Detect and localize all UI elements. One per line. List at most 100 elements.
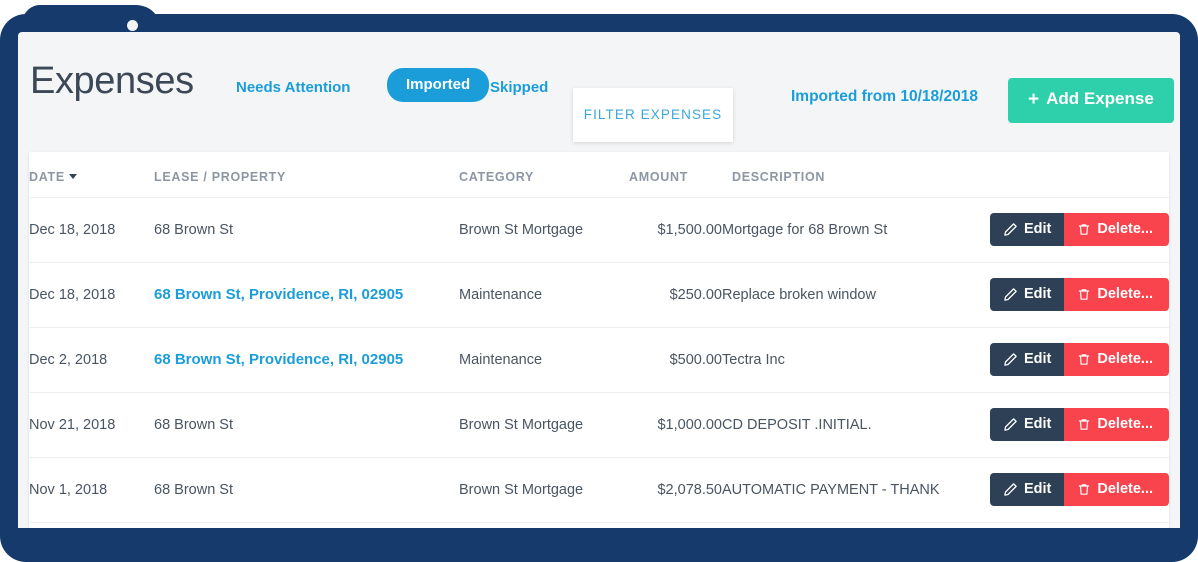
delete-button[interactable]: Delete... xyxy=(1064,473,1169,506)
add-expense-button[interactable]: + Add Expense xyxy=(1008,78,1174,123)
edit-button[interactable]: Edit xyxy=(990,343,1065,376)
cell-category: Brown St Mortgage xyxy=(459,197,629,263)
delete-label: Delete... xyxy=(1097,351,1153,367)
cell-lease-property: 68 Brown St, Providence, RI, 02905 xyxy=(154,262,459,328)
page-content: Expenses Needs Attention Imported Skippe… xyxy=(18,32,1180,528)
cell-date: Oct 23, 2018 xyxy=(29,522,154,528)
caret-down-icon xyxy=(68,174,77,179)
column-header-category[interactable]: CATEGORY xyxy=(459,152,629,198)
cell-amount: $500.00 xyxy=(629,327,722,393)
cell-actions: Edit Delete... xyxy=(977,262,1169,328)
row-action-buttons: Edit Delete... xyxy=(990,408,1169,441)
cell-category: Brown St Mortgage xyxy=(459,392,629,458)
cell-date: Nov 21, 2018 xyxy=(29,392,154,458)
tab-needs-attention[interactable]: Needs Attention xyxy=(236,79,350,96)
table-row: Nov 21, 2018 68 Brown St Brown St Mortgage… xyxy=(29,392,1169,458)
delete-button[interactable]: Delete... xyxy=(1064,408,1169,441)
cell-date: Dec 2, 2018 xyxy=(29,327,154,393)
cell-description: AUTOMATIC PAYMENT - THANK xyxy=(722,457,977,523)
row-action-buttons: Edit Delete... xyxy=(990,278,1169,311)
edit-button[interactable]: Edit xyxy=(990,278,1065,311)
column-header-lease-property[interactable]: LEASE / PROPERTY xyxy=(154,152,459,198)
imported-from-label[interactable]: Imported from 10/18/2018 xyxy=(791,88,978,106)
cell-category: Maintenance xyxy=(459,262,629,328)
browser-frame: Expenses Needs Attention Imported Skippe… xyxy=(0,0,1198,562)
column-header-date[interactable]: DATE xyxy=(29,152,154,198)
row-action-buttons: Edit Delete... xyxy=(990,343,1169,376)
cell-description: Mortgage for 68 Brown St xyxy=(722,197,977,263)
delete-button[interactable]: Delete... xyxy=(1064,278,1169,311)
property-link: 68 Brown St xyxy=(154,221,233,238)
edit-button[interactable]: Edit xyxy=(990,213,1065,246)
cell-actions: Edit Delete... xyxy=(977,327,1169,393)
trash-icon xyxy=(1077,417,1091,432)
table-row: Dec 18, 2018 68 Brown St Brown St Mortgage… xyxy=(29,197,1169,263)
pencil-icon xyxy=(1003,417,1018,432)
cell-lease-property: 68 Brown St, Providence, RI, 02905 xyxy=(154,522,459,528)
edit-button[interactable]: Edit xyxy=(990,408,1065,441)
row-action-buttons: Edit Delete... xyxy=(990,213,1169,246)
column-header-amount[interactable]: AMOUNT xyxy=(629,152,722,198)
cell-lease-property: 68 Brown St, Providence, RI, 02905 xyxy=(154,327,459,393)
cell-date: Dec 18, 2018 xyxy=(29,197,154,263)
edit-label: Edit xyxy=(1024,481,1052,497)
pencil-icon xyxy=(1003,287,1018,302)
property-link: 68 Brown St xyxy=(154,481,233,498)
table-row: Oct 23, 201868 Brown St, Providence, RI,… xyxy=(29,522,1169,528)
trash-icon xyxy=(1077,482,1091,497)
column-header-date-label: DATE xyxy=(29,170,65,184)
trash-icon xyxy=(1077,222,1091,237)
expenses-table-card: DATE LEASE / PROPERTY CATEGORY AMOUNT DE… xyxy=(29,152,1169,528)
property-link[interactable]: 68 Brown St, Providence, RI, 02905 xyxy=(154,286,403,303)
cell-category: Maintenance xyxy=(459,522,629,528)
add-expense-label: Add Expense xyxy=(1046,89,1154,108)
delete-button[interactable]: Delete... xyxy=(1064,343,1169,376)
column-header-actions xyxy=(977,152,1169,198)
cell-actions: Edit Delete... xyxy=(977,392,1169,458)
cell-amount: $25.00 xyxy=(629,522,722,528)
tab-imported[interactable]: Imported xyxy=(387,68,490,102)
column-header-description-label: DESCRIPTION xyxy=(732,170,826,184)
cell-description: Tectra Inc xyxy=(722,327,977,393)
edit-label: Edit xyxy=(1024,221,1052,237)
cell-category: Maintenance xyxy=(459,327,629,393)
pencil-icon xyxy=(1003,482,1018,497)
delete-label: Delete... xyxy=(1097,481,1153,497)
property-link[interactable]: 68 Brown St, Providence, RI, 02905 xyxy=(154,351,403,368)
page-header: Expenses Needs Attention Imported Skippe… xyxy=(18,32,1180,142)
edit-button[interactable]: Edit xyxy=(990,473,1065,506)
edit-label: Edit xyxy=(1024,286,1052,302)
cell-lease-property: 68 Brown St xyxy=(154,392,459,458)
cell-actions: Edit Delete... xyxy=(977,457,1169,523)
cell-amount: $2,078.50 xyxy=(629,457,722,523)
row-action-buttons: Edit Delete... xyxy=(990,473,1169,506)
cell-lease-property: 68 Brown St xyxy=(154,197,459,263)
delete-label: Delete... xyxy=(1097,416,1153,432)
plus-icon: + xyxy=(1028,89,1040,110)
cell-actions: EditDelete... xyxy=(977,522,1169,528)
cell-lease-property: 68 Brown St xyxy=(154,457,459,523)
pencil-icon xyxy=(1003,222,1018,237)
table-body: Dec 18, 2018 68 Brown St Brown St Mortgage… xyxy=(29,197,1169,528)
page-title: Expenses xyxy=(30,60,194,102)
cell-date: Dec 18, 2018 xyxy=(29,262,154,328)
delete-label: Delete... xyxy=(1097,286,1153,302)
cell-amount: $1,000.00 xyxy=(629,392,722,458)
expenses-table: DATE LEASE / PROPERTY CATEGORY AMOUNT DE… xyxy=(29,152,1169,528)
browser-tab-indicator-icon xyxy=(127,20,138,31)
cell-amount: $1,500.00 xyxy=(629,197,722,263)
table-row: Dec 2, 2018 68 Brown St, Providence, RI, … xyxy=(29,327,1169,393)
column-header-description[interactable]: DESCRIPTION xyxy=(722,152,977,198)
delete-button[interactable]: Delete... xyxy=(1064,213,1169,246)
cell-actions: Edit Delete... xyxy=(977,197,1169,263)
edit-label: Edit xyxy=(1024,351,1052,367)
table-row: Dec 18, 2018 68 Brown St, Providence, RI,… xyxy=(29,262,1169,328)
cell-description: Replace broken window xyxy=(722,262,977,328)
trash-icon xyxy=(1077,287,1091,302)
cell-description: CREDIT CARD 3333 PAYMENT *// xyxy=(722,522,977,528)
filter-expenses-button[interactable]: FILTER EXPENSES xyxy=(573,88,733,142)
trash-icon xyxy=(1077,352,1091,367)
cell-description: CD DEPOSIT .INITIAL. xyxy=(722,392,977,458)
tab-skipped[interactable]: Skipped xyxy=(490,79,548,96)
table-header-row: DATE LEASE / PROPERTY CATEGORY AMOUNT DE… xyxy=(29,152,1169,198)
